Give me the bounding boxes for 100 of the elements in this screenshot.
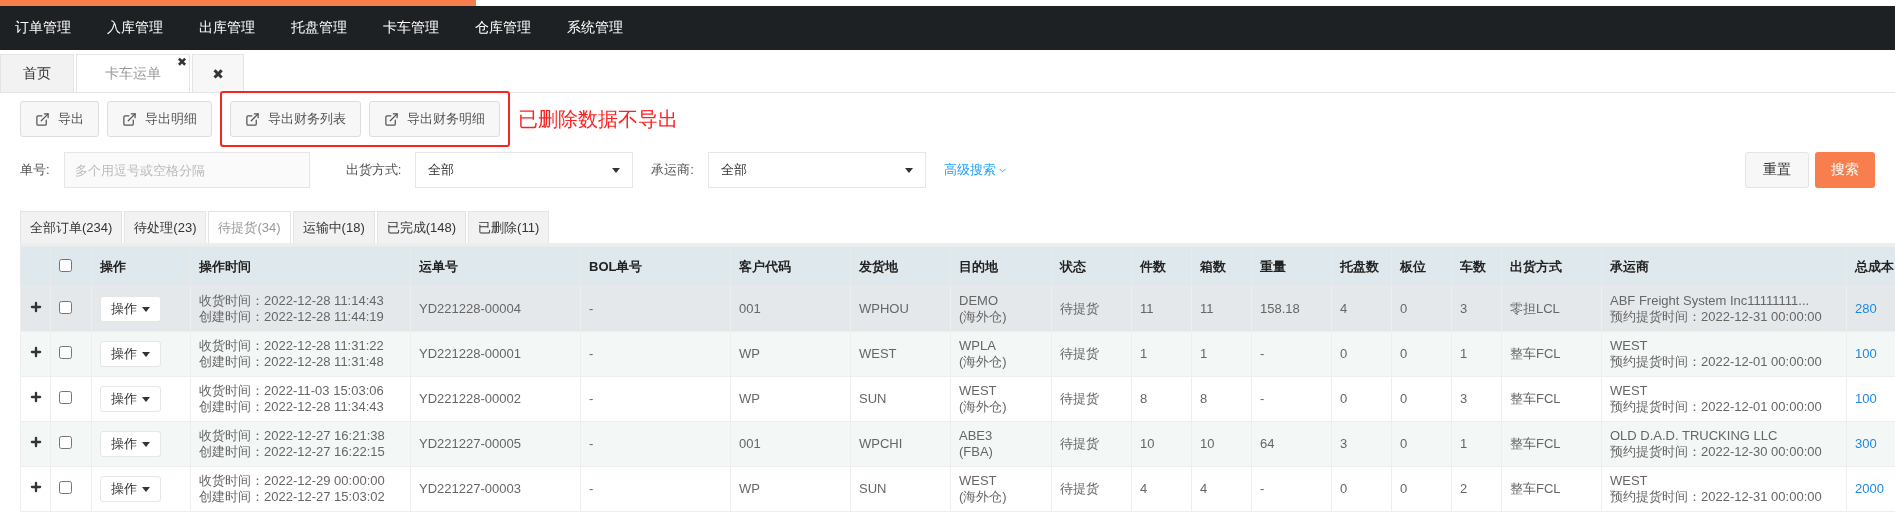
carrier-name: WEST [1610, 338, 1649, 354]
action-dropdown-button[interactable]: 操作 [100, 296, 161, 322]
column-header: 操作时间 [190, 246, 411, 287]
expand-icon[interactable] [29, 480, 43, 494]
table-cell: 待提货 [1051, 331, 1132, 377]
destination: DEMO [959, 293, 999, 309]
carrier-select[interactable]: 全部 [707, 152, 926, 188]
nav-item[interactable]: 仓库管理 [475, 19, 531, 37]
destination-type: (海外仓) [959, 354, 1008, 370]
expand-icon[interactable] [29, 435, 43, 449]
table-cell: - [1251, 466, 1332, 512]
table-cell: - [580, 466, 731, 512]
caret-icon [142, 306, 150, 312]
action-dropdown-button[interactable]: 操作 [100, 386, 161, 412]
nav-item[interactable]: 入库管理 [107, 19, 163, 37]
column-header: 总成本 [1846, 246, 1895, 287]
pickup-time: 预约提货时间：2022-12-31 00:00:00 [1610, 309, 1823, 325]
table-cell: YD221227-00003 [410, 466, 581, 512]
table-cell: 待提货 [1051, 466, 1132, 512]
column-header: 件数 [1131, 246, 1192, 287]
table-cell: 001 [730, 286, 851, 332]
table-cell: 4 [1191, 466, 1252, 512]
status-tab[interactable]: 待处理(23) [124, 211, 207, 243]
row-checkbox[interactable] [59, 435, 72, 449]
nav-item[interactable]: 出库管理 [199, 19, 255, 37]
action-dropdown-button[interactable]: 操作 [100, 431, 161, 457]
table-cell: SUN [850, 376, 951, 422]
row-checkbox[interactable] [59, 390, 72, 404]
export-button[interactable]: 导出明细 [107, 101, 212, 137]
page-tab[interactable]: 首页 [0, 54, 74, 92]
column-header: 客户代码 [730, 246, 851, 287]
table-cell: 1 [1451, 421, 1502, 467]
received-time: 收货时间：2022-12-29 00:00:00 [199, 473, 386, 489]
table-cell: 3 [1451, 286, 1502, 332]
row-checkbox[interactable] [59, 345, 72, 359]
nav-item[interactable]: 系统管理 [567, 19, 623, 37]
table-cell: SUN [850, 466, 951, 512]
caret-icon [612, 167, 621, 173]
caret-icon [142, 441, 150, 447]
cost-link[interactable]: 300 [1855, 436, 1877, 451]
destination-type: (FBA) [959, 444, 994, 460]
status-tab[interactable]: 已完成(148) [376, 211, 467, 243]
pickup-time: 预约提货时间：2022-12-01 00:00:00 [1610, 399, 1823, 415]
table-cell: - [1251, 376, 1332, 422]
export-button[interactable]: 导出财务明细 [369, 101, 500, 137]
cost-link[interactable]: 100 [1855, 391, 1877, 406]
table-cell: 1 [1191, 331, 1252, 377]
nav-item[interactable]: 卡车管理 [383, 19, 439, 37]
table-cell: 3 [1451, 376, 1502, 422]
export-button[interactable]: 导出 [20, 101, 99, 137]
destination: WEST [959, 473, 998, 489]
close-icon[interactable]: ✖ [176, 55, 187, 69]
table-cell: 1 [1451, 331, 1502, 377]
status-tab[interactable]: 已删除(11) [468, 211, 550, 243]
pickup-time: 预约提货时间：2022-12-30 00:00:00 [1610, 444, 1823, 460]
status-tab[interactable]: 全部订单(234) [20, 211, 123, 243]
status-tab[interactable]: 运输中(18) [292, 211, 375, 243]
column-header: 车数 [1451, 246, 1502, 287]
table-cell: YD221228-00004 [410, 286, 581, 332]
table-cell: 0 [1391, 376, 1452, 422]
cost-link[interactable]: 100 [1855, 346, 1877, 361]
table-cell: 0 [1391, 331, 1452, 377]
received-time: 收货时间：2022-12-28 11:14:43 [199, 293, 385, 309]
close-all-tab[interactable]: ✖ [192, 54, 244, 92]
field-label: 单号: [20, 161, 50, 179]
shipping-method-select[interactable]: 全部 [415, 152, 634, 188]
expand-icon[interactable] [29, 300, 43, 314]
row-checkbox[interactable] [59, 480, 72, 494]
action-dropdown-button[interactable]: 操作 [100, 476, 161, 502]
table-cell: 0 [1391, 286, 1452, 332]
reset-button[interactable]: 重置 [1745, 152, 1809, 188]
table-cell: - [580, 421, 731, 467]
table-cell: 2 [1451, 466, 1502, 512]
table-cell: WP [730, 331, 851, 377]
table-cell: 待提货 [1051, 421, 1132, 467]
field-label: 出货方式: [345, 161, 402, 179]
expand-icon[interactable] [29, 390, 43, 404]
destination: WPLA [959, 338, 997, 354]
table-cell: 待提货 [1051, 286, 1132, 332]
order-number-field[interactable]: 多个用逗号或空格分隔 [63, 152, 310, 188]
received-time: 收货时间：2022-12-27 16:21:38 [199, 428, 386, 444]
page-tab[interactable]: 卡车运单 ✖ [76, 54, 190, 92]
table-cell: 0 [1331, 376, 1392, 422]
export-button[interactable]: 导出财务列表 [230, 101, 361, 137]
table-cell: 3 [1331, 421, 1392, 467]
table-cell: 10 [1191, 421, 1252, 467]
cost-link[interactable]: 2000 [1855, 481, 1884, 496]
table-cell: 1 [1131, 331, 1192, 377]
column-header: 托盘数 [1331, 246, 1392, 287]
table-cell: 4 [1131, 466, 1192, 512]
action-dropdown-button[interactable]: 操作 [100, 341, 161, 367]
caret-icon [142, 396, 150, 402]
nav-item[interactable]: 托盘管理 [291, 19, 347, 37]
expand-icon[interactable] [29, 345, 43, 359]
nav-item[interactable]: 订单管理 [15, 19, 71, 37]
caret-icon [904, 167, 913, 173]
row-checkbox[interactable] [59, 300, 72, 314]
column-header: 操作 [91, 246, 191, 287]
received-time: 收货时间：2022-11-03 15:03:06 [199, 383, 385, 399]
select-all-checkbox[interactable] [59, 258, 72, 272]
